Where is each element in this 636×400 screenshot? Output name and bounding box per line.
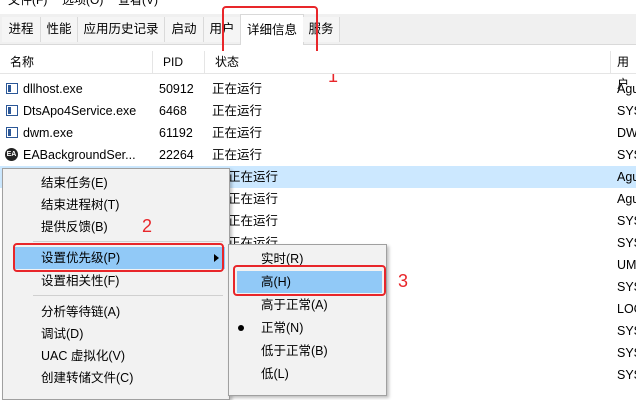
annotation-box-details-tab — [222, 6, 318, 55]
annotation-3: 3 — [398, 271, 409, 291]
process-user: Agu — [617, 170, 636, 184]
process-name: DtsApo4Service.exe — [23, 104, 137, 118]
process-name: dllhost.exe — [23, 82, 83, 96]
process-user: SYS — [617, 280, 636, 294]
process-name: dwm.exe — [23, 126, 74, 140]
column-status[interactable]: 状态 — [205, 51, 611, 73]
menu-options[interactable]: 选项(O) — [62, 0, 103, 8]
tab-startup[interactable]: 启动 — [165, 17, 204, 42]
process-status: 正在运行 — [228, 192, 279, 206]
process-status: 正在运行 — [228, 170, 279, 184]
selected-radio-icon — [238, 325, 244, 331]
process-icon — [6, 105, 18, 116]
menu-analyze-wait-chain[interactable]: 分析等待链(A) — [3, 301, 229, 323]
table-row[interactable]: EA EABackgroundSer... 22264 正在运行 SYS — [0, 144, 636, 166]
priority-above-normal[interactable]: 高于正常(A) — [229, 294, 386, 316]
tab-processes[interactable]: 进程 — [2, 17, 41, 42]
menu-uac-virtualization[interactable]: UAC 虚拟化(V) — [3, 345, 229, 367]
menu-end-process-tree[interactable]: 结束进程树(T) — [3, 194, 229, 216]
process-user: LOC — [617, 302, 636, 316]
process-status: 正在运行 — [212, 148, 263, 162]
table-row[interactable]: dllhost.exe 50912 正在运行 Agu — [0, 78, 636, 100]
process-icon — [6, 127, 18, 138]
process-user: SYS — [617, 236, 636, 250]
priority-normal-label: 正常(N) — [261, 321, 304, 335]
menu-file[interactable]: 文件(F) — [8, 0, 47, 8]
menu-bar: 文件(F) 选项(O) 查看(V) — [0, 0, 636, 9]
process-status: 正在运行 — [212, 126, 263, 140]
ea-app-icon: EA — [5, 148, 18, 161]
process-status: 正在运行 — [212, 82, 263, 96]
process-user: SYS — [617, 346, 636, 360]
process-user: SYS — [617, 324, 636, 338]
tab-performance[interactable]: 性能 — [41, 17, 78, 42]
process-user: SYS — [617, 104, 636, 118]
process-user: Agu — [617, 192, 636, 206]
menu-separator — [33, 241, 223, 242]
annotation-box-priority-high — [233, 265, 386, 296]
process-status: 正在运行 — [228, 214, 279, 228]
priority-normal[interactable]: 正常(N) — [229, 317, 386, 339]
process-icon — [6, 83, 18, 94]
process-pid: 50912 — [159, 82, 194, 96]
process-user: UM — [617, 258, 636, 272]
annotation-2: 2 — [142, 216, 153, 236]
table-row[interactable]: dwm.exe 61192 正在运行 DW — [0, 122, 636, 144]
process-pid: 6468 — [159, 104, 187, 118]
process-user: Agu — [617, 82, 636, 96]
process-user: SYS — [617, 368, 636, 382]
annotation-box-set-priority — [13, 243, 224, 272]
process-user: DW — [617, 126, 636, 140]
process-user: SYS — [617, 148, 636, 162]
context-menu: 结束任务(E) 结束进程树(T) 提供反馈(B) 设置优先级(P) 设置相关性(… — [2, 168, 230, 400]
menu-create-dump[interactable]: 创建转储文件(C) — [3, 367, 229, 389]
menu-set-affinity[interactable]: 设置相关性(F) — [3, 270, 229, 292]
column-user[interactable]: 用户 — [611, 51, 636, 91]
menu-feedback[interactable]: 提供反馈(B) — [3, 216, 229, 238]
menu-separator — [33, 295, 223, 296]
tab-app-history[interactable]: 应用历史记录 — [78, 17, 165, 42]
process-name: EABackgroundSer... — [23, 148, 136, 162]
table-row[interactable]: DtsApo4Service.exe 6468 正在运行 SYS — [0, 100, 636, 122]
menu-view[interactable]: 查看(V) — [118, 0, 158, 8]
priority-low[interactable]: 低(L) — [229, 363, 386, 385]
priority-below-normal[interactable]: 低于正常(B) — [229, 340, 386, 362]
process-status: 正在运行 — [212, 104, 263, 118]
column-pid[interactable]: PID — [153, 51, 205, 73]
menu-end-task[interactable]: 结束任务(E) — [3, 172, 229, 194]
column-name[interactable]: 名称 — [0, 51, 153, 73]
process-pid: 22264 — [159, 148, 194, 162]
process-pid: 61192 — [159, 126, 193, 140]
menu-debug[interactable]: 调试(D) — [3, 323, 229, 345]
column-header: 名称 PID 状态 用户 — [0, 51, 636, 91]
process-user: SYS — [617, 214, 636, 228]
